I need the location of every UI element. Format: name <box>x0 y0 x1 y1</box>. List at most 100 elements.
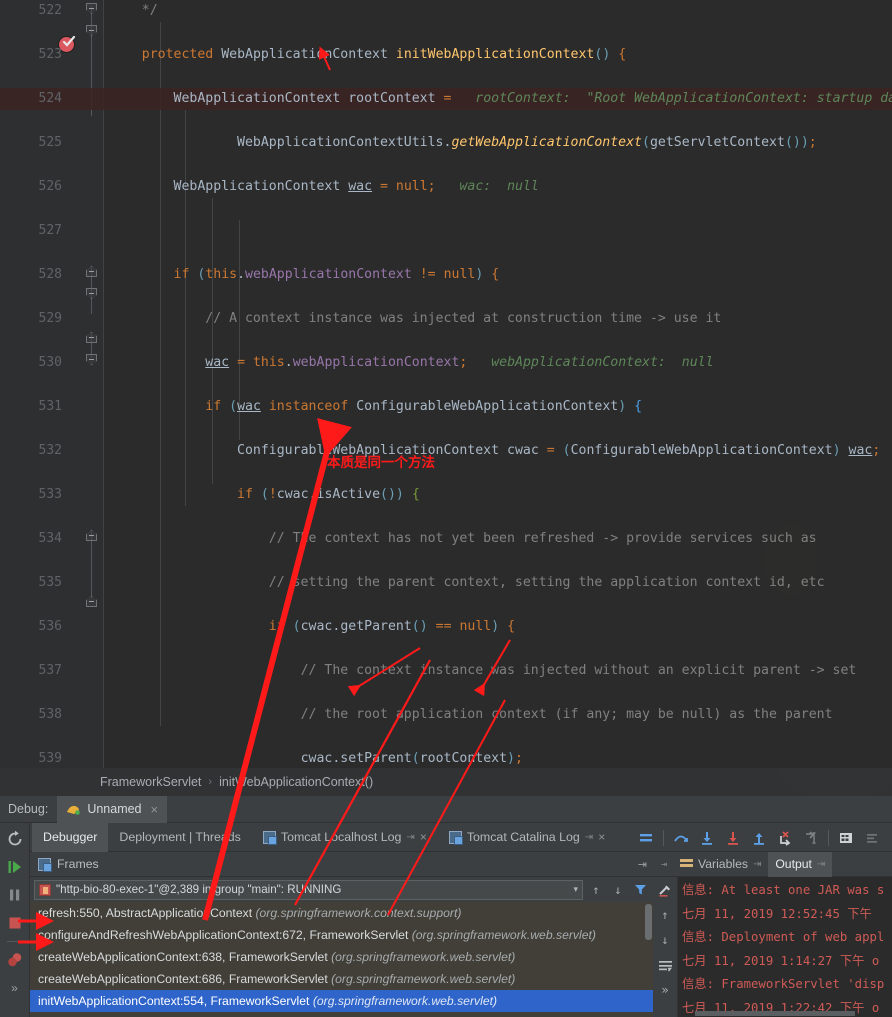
breadcrumb-method[interactable]: initWebApplicationContext() <box>219 775 373 789</box>
frames-up-button[interactable]: ↑ <box>587 880 605 900</box>
resume-program-icon[interactable] <box>3 855 27 879</box>
frame-list-item[interactable]: refresh:550, AbstractApplicationContext … <box>30 902 653 924</box>
code-editor[interactable]: 522 */ 523 protected WebApplicationContex… <box>0 0 892 768</box>
code-line[interactable]: 523 protected WebApplicationContext init… <box>0 44 892 66</box>
pin-icon[interactable]: ⇥ <box>817 859 825 870</box>
console-more-icon[interactable]: » <box>655 980 675 1000</box>
code-line[interactable]: 530 wac = this.webApplicationContext; we… <box>0 352 892 374</box>
step-into-icon[interactable] <box>695 826 719 850</box>
debug-session-tab[interactable]: Unnamed × <box>57 795 168 823</box>
run-to-cursor-icon[interactable] <box>799 826 823 850</box>
step-out-icon[interactable] <box>747 826 771 850</box>
code-text[interactable]: protected WebApplicationContext initWebA… <box>110 44 626 66</box>
variables-output-tabs[interactable]: ⇥ Variables ⇥ Output ⇥ <box>653 851 892 877</box>
code-line[interactable]: 539 cwac.setParent(rootContext); <box>0 748 892 768</box>
code-line[interactable]: 527 <box>0 220 892 242</box>
code-line[interactable]: 532 ConfigurableWebApplicationContext cw… <box>0 440 892 462</box>
code-text[interactable]: cwac.setParent(rootContext); <box>110 748 523 768</box>
debug-tabs[interactable]: Debugger Deployment | Threads Tomcat Local… <box>0 822 892 852</box>
variables-output-panel[interactable]: ⇥ Variables ⇥ Output ⇥ ↑ ↓ » 信息: At least o… <box>653 851 892 1017</box>
chevron-down-icon[interactable]: ▾ <box>573 884 578 895</box>
line-number: 533 <box>38 487 62 502</box>
code-line[interactable]: 524 WebApplicationContext rootContext = … <box>0 88 892 110</box>
breadcrumb[interactable]: FrameworkServlet › initWebApplicationCon… <box>0 768 892 796</box>
debug-tab-tomcat-catalina-log[interactable]: Tomcat Catalina Log ⇥ × <box>438 823 616 852</box>
code-line[interactable]: 533 if (!cwac.isActive()) { <box>0 484 892 506</box>
stop-icon[interactable] <box>3 911 27 935</box>
code-line[interactable]: 537 // The context instance was injected… <box>0 660 892 682</box>
debug-toolbar[interactable] <box>634 823 892 852</box>
debug-tab-deployment-threads[interactable]: Deployment | Threads <box>108 823 251 852</box>
rerun-icon[interactable] <box>3 827 27 851</box>
debug-side-toolbar[interactable]: » <box>0 823 30 1017</box>
code-text[interactable]: if (wac instanceof ConfigurableWebApplic… <box>110 396 642 418</box>
thread-selector-row[interactable]: "http-bio-80-exec-1"@2,389 in group "mai… <box>30 877 653 902</box>
force-step-into-icon[interactable] <box>721 826 745 850</box>
scroll-down-icon[interactable]: ↓ <box>655 930 675 950</box>
code-text[interactable]: if (cwac.getParent() == null) { <box>110 616 515 638</box>
code-text[interactable]: ConfigurableWebApplicationContext cwac =… <box>110 440 880 462</box>
frames-scrollbar[interactable] <box>645 904 652 940</box>
code-line[interactable]: 536 if (cwac.getParent() == null) { <box>0 616 892 638</box>
console-horizontal-scrollbar[interactable] <box>695 1011 855 1016</box>
varout-pin-icon[interactable]: ⇥ <box>661 859 667 870</box>
frames-down-button[interactable]: ↓ <box>609 880 627 900</box>
code-text[interactable]: wac = this.webApplicationContext; webApp… <box>110 352 713 374</box>
debug-tool-window[interactable]: Debug: Unnamed × Debugger Deployment | Th… <box>0 795 892 1017</box>
console-output[interactable]: 信息: At least one JAR was s 七月 11, 2019 12… <box>678 877 892 1017</box>
code-line[interactable]: 522 */ <box>0 0 892 22</box>
code-text[interactable]: if (!cwac.isActive()) { <box>110 484 420 506</box>
code-text[interactable]: // The context instance was injected wit… <box>110 660 857 682</box>
pause-program-icon[interactable] <box>3 883 27 907</box>
code-text[interactable]: // the root application context (if any;… <box>110 704 833 726</box>
code-line[interactable]: 528 if (this.webApplicationContext != nu… <box>0 264 892 286</box>
pin-icon[interactable]: ⇥ <box>406 832 414 843</box>
tab-output[interactable]: Output ⇥ <box>768 851 833 877</box>
code-text[interactable]: WebApplicationContext wac = null; wac: n… <box>110 176 539 198</box>
debug-tab-debugger[interactable]: Debugger <box>32 822 109 852</box>
evaluate-expression-icon[interactable] <box>834 826 858 850</box>
pin-icon[interactable]: ⇥ <box>585 832 593 843</box>
code-line[interactable]: 531 if (wac instanceof ConfigurableWebAp… <box>0 396 892 418</box>
frame-list-item[interactable]: configureAndRefreshWebApplicationContext… <box>30 924 653 946</box>
pin-icon[interactable]: ⇥ <box>753 859 761 870</box>
code-line[interactable]: 526 WebApplicationContext wac = null; wa… <box>0 176 892 198</box>
frames-panel[interactable]: Frames ⇥ "http-bio-80-exec-1"@2,389 in g… <box>30 852 653 1017</box>
code-text[interactable]: */ <box>110 0 158 22</box>
wrap-text-icon[interactable] <box>655 955 675 975</box>
settings-list-icon[interactable] <box>860 826 884 850</box>
frames-list[interactable]: refresh:550, AbstractApplicationContext … <box>30 902 653 1017</box>
code-text[interactable]: WebApplicationContext rootContext = root… <box>110 88 892 110</box>
debug-tab-tomcat-localhost-log[interactable]: Tomcat Localhost Log ⇥ × <box>252 823 438 852</box>
code-text[interactable]: if (this.webApplicationContext != null) … <box>110 264 500 286</box>
code-text[interactable]: // A context instance was injected at co… <box>110 308 721 330</box>
scroll-up-icon[interactable]: ↑ <box>655 905 675 925</box>
code-line[interactable]: 529 // A context instance was injected a… <box>0 308 892 330</box>
soft-wrap-icon[interactable] <box>655 880 675 900</box>
frames-filter-icon[interactable] <box>631 880 649 900</box>
frame-list-item[interactable]: createWebApplicationContext:638, Framewo… <box>30 946 653 968</box>
tab-variables[interactable]: Variables ⇥ <box>673 852 768 877</box>
close-icon[interactable]: × <box>420 830 427 844</box>
code-line[interactable]: 525 WebApplicationContextUtils.getWebApp… <box>0 132 892 154</box>
code-line[interactable]: 538 // the root application context (if … <box>0 704 892 726</box>
frames-pin-icon[interactable]: ⇥ <box>638 858 653 871</box>
thread-selector[interactable]: "http-bio-80-exec-1"@2,389 in group "mai… <box>34 879 583 900</box>
frame-list-item[interactable]: createWebApplicationContext:686, Framewo… <box>30 968 653 990</box>
code-text[interactable]: // The context has not yet been refreshe… <box>110 528 817 550</box>
view-breakpoints-icon[interactable] <box>3 948 27 972</box>
more-icon[interactable]: » <box>3 976 27 1000</box>
code-text[interactable]: WebApplicationContextUtils.getWebApplica… <box>110 132 817 154</box>
frame-list-item[interactable]: initWebApplicationContext:554, Framework… <box>30 990 653 1012</box>
step-over-icon[interactable] <box>669 826 693 850</box>
code-text[interactable]: // setting the parent context, setting t… <box>110 572 825 594</box>
breadcrumb-class[interactable]: FrameworkServlet <box>100 775 201 789</box>
show-execution-point-icon[interactable] <box>634 826 658 850</box>
drop-frame-icon[interactable] <box>773 826 797 850</box>
close-icon[interactable]: × <box>598 830 605 844</box>
code-line[interactable]: 534 // The context has not yet been refr… <box>0 528 892 550</box>
close-icon[interactable]: × <box>151 802 159 817</box>
code-lines-container[interactable]: 522 */ 523 protected WebApplicationContex… <box>0 0 892 768</box>
code-line[interactable]: 535 // setting the parent context, setti… <box>0 572 892 594</box>
console-side-toolbar[interactable]: ↑ ↓ » <box>653 877 678 1017</box>
